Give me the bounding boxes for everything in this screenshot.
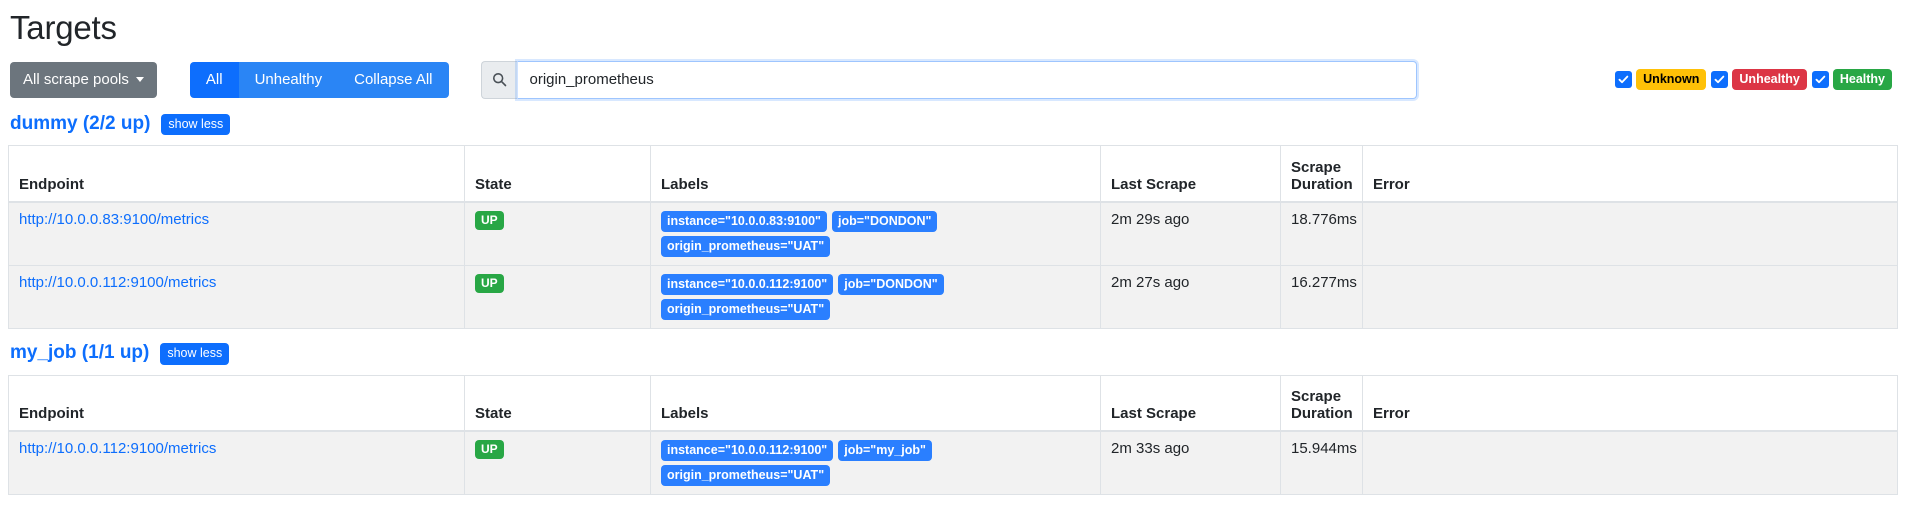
column-header-state: State <box>464 145 651 203</box>
status-filter-group: Unknown Unhealthy Healthy <box>1615 69 1898 90</box>
checkbox-checked-icon[interactable] <box>1811 71 1829 89</box>
cell-last-scrape: 2m 33s ago <box>1100 430 1281 496</box>
table-row: http://10.0.0.112:9100/metrics UP instance… <box>8 430 1898 496</box>
cell-endpoint: http://10.0.0.112:9100/metrics <box>8 264 465 329</box>
checkbox-checked-icon[interactable] <box>1615 71 1633 89</box>
cell-scrape-duration: 16.277ms <box>1280 264 1363 329</box>
chevron-down-icon <box>135 77 144 83</box>
status-badge-unhealthy: Unhealthy <box>1732 69 1807 90</box>
status-filter-healthy[interactable]: Healthy <box>1811 69 1892 90</box>
cell-error <box>1362 264 1898 329</box>
table-row: http://10.0.0.83:9100/metrics UP instance=… <box>8 201 1898 266</box>
endpoint-link[interactable]: http://10.0.0.83:9100/metrics <box>19 211 209 228</box>
scrape-duration-line-2: Duration <box>1291 175 1353 193</box>
cell-labels: instance="10.0.0.112:9100" job="DONDON" or… <box>650 264 1101 329</box>
status-filter-unhealthy[interactable]: Unhealthy <box>1711 69 1807 90</box>
scrape-pool-label: All scrape pools <box>23 71 129 89</box>
column-header-last-scrape: Last Scrape <box>1100 374 1281 433</box>
status-badge-healthy: Healthy <box>1832 69 1892 90</box>
status-badge: UP <box>475 210 504 231</box>
job-section: dummy (2/2 up) show less Endpoint State Labe… <box>8 113 1898 329</box>
table-header-row: Endpoint State Labels Last Scrape Scrape Dura… <box>8 145 1898 203</box>
cell-error <box>1362 201 1898 266</box>
cell-last-scrape: 2m 27s ago <box>1100 264 1281 329</box>
show-less-toggle[interactable]: show less <box>161 113 231 136</box>
job-section: my_job (1/1 up) show less Endpoint State Lab… <box>8 342 1898 496</box>
endpoint-link[interactable]: http://10.0.0.112:9100/metrics <box>19 440 216 457</box>
scrape-duration-line-1: Scrape <box>1291 158 1342 176</box>
status-badge-unknown: Unknown <box>1636 69 1707 90</box>
filter-all-button[interactable]: All <box>189 61 239 98</box>
column-header-state: State <box>464 374 651 433</box>
table-row: http://10.0.0.112:9100/metrics UP instance… <box>8 264 1898 329</box>
status-badge: UP <box>475 440 504 460</box>
cell-labels: instance="10.0.0.83:9100" job="DONDON" ori… <box>650 201 1101 266</box>
label-badge[interactable]: instance="10.0.0.112:9100" <box>661 440 834 462</box>
cell-state: UP <box>464 201 651 266</box>
endpoint-link[interactable]: http://10.0.0.112:9100/metrics <box>19 274 216 291</box>
label-badge[interactable]: origin_prometheus="UAT" <box>661 298 831 320</box>
label-badge[interactable]: instance="10.0.0.112:9100" <box>661 273 834 295</box>
cell-scrape-duration: 15.944ms <box>1280 430 1363 496</box>
job-header: my_job (1/1 up) show less <box>10 342 1898 365</box>
scrape-duration-line-1: Scrape <box>1291 388 1342 406</box>
status-filter-unknown[interactable]: Unknown <box>1615 69 1707 90</box>
column-header-error: Error <box>1362 374 1898 433</box>
cell-error <box>1362 430 1898 496</box>
table-header-row: Endpoint State Labels Last Scrape Scrape Dura… <box>8 374 1898 433</box>
view-filter-button-group: All Unhealthy Collapse All <box>189 61 449 98</box>
label-badge[interactable]: job="DONDON" <box>838 273 944 295</box>
cell-last-scrape: 2m 29s ago <box>1100 201 1281 266</box>
targets-page: Targets All scrape pools All Unhealthy C… <box>0 8 1906 496</box>
cell-labels: instance="10.0.0.112:9100" job="my_job"or… <box>650 430 1101 496</box>
label-badge[interactable]: job="DONDON" <box>831 210 938 232</box>
cell-endpoint: http://10.0.0.112:9100/metrics <box>8 430 465 496</box>
search-bar <box>480 60 1417 99</box>
column-header-labels: Labels <box>650 374 1101 433</box>
column-header-labels: Labels <box>650 145 1101 203</box>
targets-table: Endpoint State Labels Last Scrape Scrape Dura… <box>8 145 1898 329</box>
label-badge-list: instance="10.0.0.83:9100" job="DONDON" ori… <box>661 210 1090 257</box>
toolbar: All scrape pools All Unhealthy Collapse … <box>10 60 1898 99</box>
label-badge[interactable]: origin_prometheus="UAT" <box>661 465 831 487</box>
scrape-duration-line-2: Duration <box>1291 405 1353 423</box>
status-badge: UP <box>475 273 504 294</box>
page-title: Targets <box>10 9 117 46</box>
label-badge[interactable]: job="my_job" <box>838 440 932 462</box>
label-badge-list: instance="10.0.0.112:9100" job="DONDON" or… <box>661 273 1090 320</box>
column-header-last-scrape: Last Scrape <box>1100 145 1281 203</box>
search-input[interactable] <box>516 60 1417 99</box>
column-header-error: Error <box>1362 145 1898 203</box>
scrape-pool-dropdown[interactable]: All scrape pools <box>10 61 157 98</box>
column-header-endpoint: Endpoint <box>8 374 465 433</box>
column-header-scrape-duration: Scrape Duration <box>1280 145 1363 203</box>
job-title[interactable]: my_job (1/1 up) <box>10 342 149 364</box>
collapse-all-button[interactable]: Collapse All <box>338 61 449 98</box>
job-title[interactable]: dummy (2/2 up) <box>10 113 150 135</box>
checkbox-checked-icon[interactable] <box>1711 71 1729 89</box>
show-less-toggle[interactable]: show less <box>160 342 230 365</box>
targets-table: Endpoint State Labels Last Scrape Scrape Dura… <box>8 374 1898 496</box>
label-badge-list: instance="10.0.0.112:9100" job="my_job"or… <box>661 440 1090 487</box>
filter-unhealthy-button[interactable]: Unhealthy <box>238 61 339 98</box>
cell-state: UP <box>464 430 651 496</box>
cell-scrape-duration: 18.776ms <box>1280 201 1363 266</box>
label-badge[interactable]: instance="10.0.0.83:9100" <box>661 210 827 232</box>
column-header-scrape-duration: Scrape Duration <box>1280 374 1363 433</box>
jobs-container: dummy (2/2 up) show less Endpoint State Labe… <box>8 113 1898 496</box>
label-badge[interactable]: origin_prometheus="UAT" <box>661 235 831 257</box>
cell-state: UP <box>464 264 651 329</box>
job-header: dummy (2/2 up) show less <box>10 113 1898 136</box>
cell-endpoint: http://10.0.0.83:9100/metrics <box>8 201 465 266</box>
column-header-endpoint: Endpoint <box>8 145 465 203</box>
search-icon <box>480 60 517 99</box>
